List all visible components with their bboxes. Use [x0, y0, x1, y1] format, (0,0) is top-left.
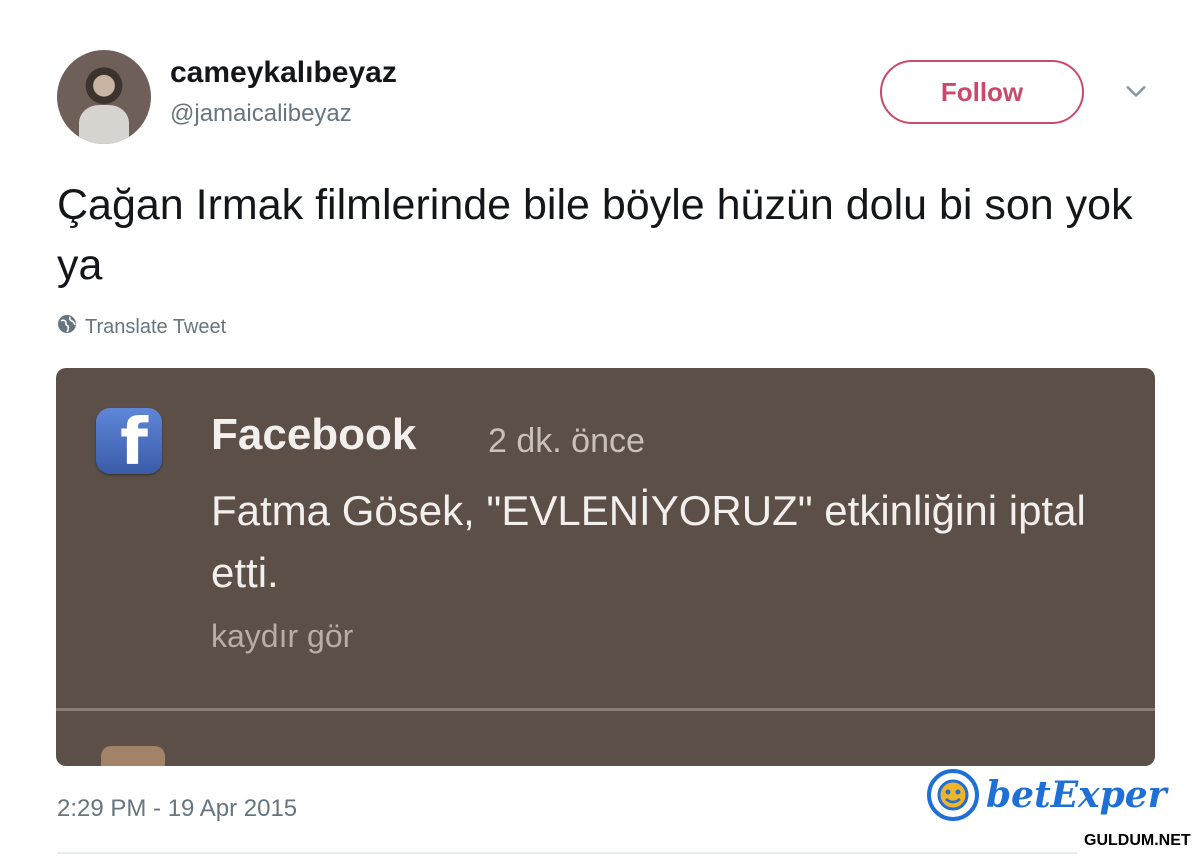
betexper-logo-icon	[927, 769, 979, 821]
globe-icon	[57, 314, 77, 340]
guldum-watermark: GULDUM.NET	[1084, 832, 1191, 849]
facebook-logo-glyph: f	[120, 408, 148, 474]
chevron-down-icon[interactable]	[1122, 78, 1150, 106]
next-notification-icon	[101, 746, 165, 766]
tweet-media-image[interactable]: f Facebook 2 dk. önce Fatma Gösek, "EVLE…	[56, 368, 1155, 766]
facebook-logo-icon: f	[96, 408, 162, 474]
bottom-divider	[57, 852, 1077, 854]
tweet-timestamp[interactable]: 2:29 PM - 19 Apr 2015	[57, 795, 297, 823]
translate-label: Translate Tweet	[85, 315, 227, 338]
notification-time: 2 dk. önce	[488, 422, 645, 460]
notification-divider	[56, 708, 1155, 711]
display-name[interactable]: cameykalıbeyaz	[170, 56, 397, 90]
user-handle[interactable]: @jamaicalibeyaz	[170, 100, 352, 128]
translate-tweet-link[interactable]: Translate Tweet	[57, 314, 226, 340]
avatar[interactable]	[57, 50, 151, 144]
notification-app-name: Facebook	[211, 410, 417, 459]
tweet-text: Çağan Irmak filmlerinde bile böyle hüzün…	[57, 181, 1133, 289]
follow-button[interactable]: Follow	[880, 60, 1084, 124]
betexper-watermark: betExper	[926, 768, 1167, 822]
betexper-text: betExper	[986, 774, 1167, 816]
notification-body: Fatma Gösek, "EVLENİYORUZ" etkinliğini i…	[211, 487, 1086, 596]
notification-action: kaydır gör	[211, 618, 354, 654]
